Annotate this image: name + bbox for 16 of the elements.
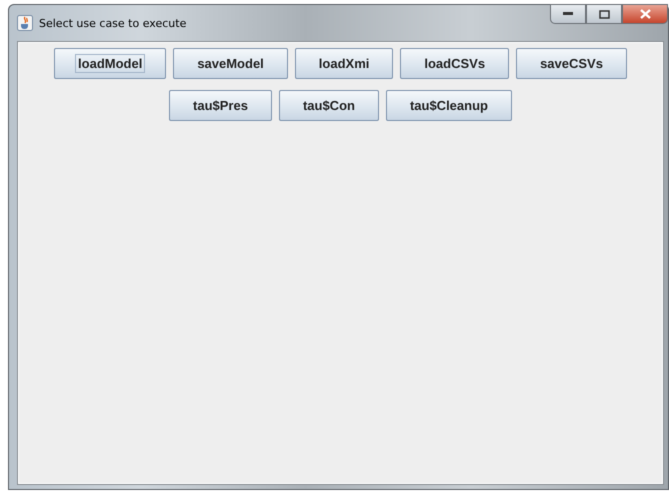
use-case-button[interactable]: saveModel bbox=[173, 48, 288, 79]
maximize-button[interactable] bbox=[586, 4, 622, 24]
use-case-button[interactable]: loadModel bbox=[54, 48, 166, 79]
close-button[interactable] bbox=[622, 4, 668, 24]
window-title: Select use case to execute bbox=[39, 16, 186, 30]
close-icon bbox=[640, 9, 650, 19]
use-case-button[interactable]: loadXmi bbox=[294, 48, 394, 79]
use-case-button[interactable]: tau$Pres bbox=[169, 90, 272, 121]
use-case-button[interactable]: loadCSVs bbox=[400, 48, 510, 79]
minimize-icon bbox=[563, 12, 573, 16]
minimize-button[interactable] bbox=[550, 4, 586, 24]
use-case-button[interactable]: tau$Cleanup bbox=[386, 90, 512, 121]
maximize-icon bbox=[598, 10, 610, 18]
use-case-button[interactable]: saveCSVs bbox=[516, 48, 627, 79]
use-case-button[interactable]: tau$Con bbox=[278, 90, 379, 121]
java-cup-icon bbox=[17, 15, 33, 31]
